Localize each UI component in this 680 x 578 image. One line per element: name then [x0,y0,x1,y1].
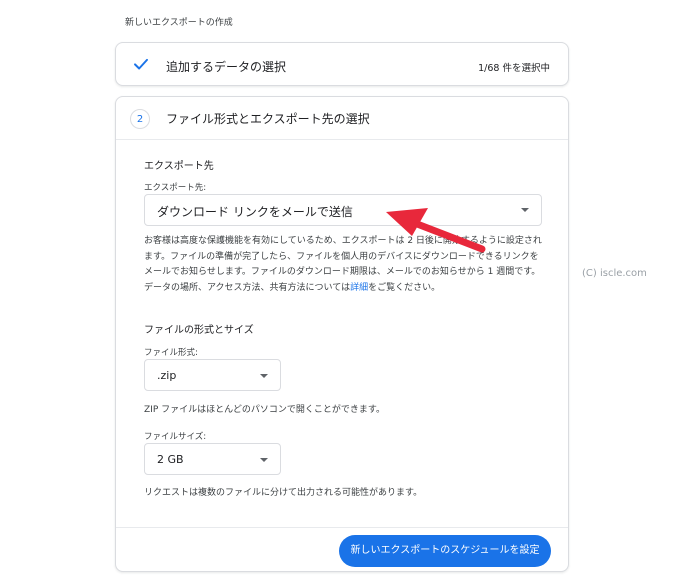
description-text: お客様は高度な保護機能を有効にしているため、エクスポートは 2 日後に開始するよ… [144,236,542,293]
dropdown-arrow-icon [521,208,529,212]
file-type-select[interactable]: .zip [144,359,281,391]
step1-title: 追加するデータの選択 [166,60,287,74]
divider [116,139,568,140]
destination-section-label: エクスポート先 [144,161,214,172]
step1-card[interactable]: 追加するデータの選択 1/68 件を選択中 [115,42,569,86]
step1-selection-count: 1/68 件を選択中 [478,63,550,74]
file-size-select[interactable]: 2 GB [144,443,281,475]
format-section-label: ファイルの形式とサイズ [144,325,254,336]
file-type-label: ファイル形式: [144,348,198,358]
step-number-badge: 2 [130,109,150,129]
watermark: (C) iscle.com [582,268,647,279]
learn-more-link[interactable]: 詳細 [350,283,368,293]
check-icon [134,58,148,70]
dropdown-arrow-icon [260,458,268,462]
step2-card: 2 ファイル形式とエクスポート先の選択 エクスポート先 エクスポート先: ダウン… [115,96,569,572]
destination-field-label: エクスポート先: [144,183,207,193]
file-type-note: ZIP ファイルはほとんどのパソコンで開くことができます。 [144,405,385,415]
destination-select-value: ダウンロード リンクをメールで送信 [157,205,353,219]
destination-description: お客様は高度な保護機能を有効にしているため、エクスポートは 2 日後に開始するよ… [144,234,544,296]
file-size-note: リクエストは複数のファイルに分けて出力される可能性があります。 [144,488,423,498]
file-size-label: ファイルサイズ: [144,432,207,442]
file-size-value: 2 GB [157,453,184,466]
divider [116,527,568,528]
file-type-value: .zip [157,369,177,382]
description-text-end: をご覧ください。 [368,282,441,293]
page-title: 新しいエクスポートの作成 [125,18,233,28]
dropdown-arrow-icon [260,374,268,378]
step2-title: ファイル形式とエクスポート先の選択 [166,112,370,126]
schedule-export-button[interactable]: 新しいエクスポートのスケジュールを設定 [339,535,551,567]
destination-select[interactable]: ダウンロード リンクをメールで送信 [144,194,542,226]
